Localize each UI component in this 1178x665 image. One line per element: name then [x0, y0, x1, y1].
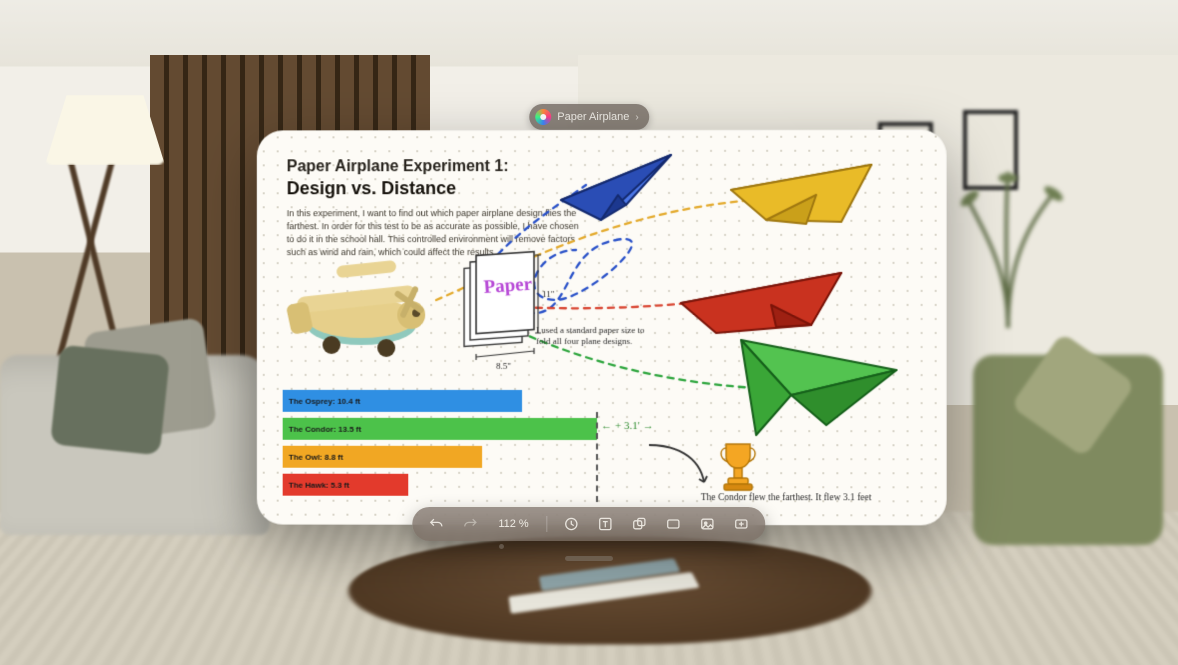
- lamp-shade: [45, 95, 165, 165]
- trophy-icon: [714, 438, 762, 494]
- sketch-plane-green: [731, 325, 901, 445]
- undo-button[interactable]: [426, 514, 446, 534]
- toy-airplane-image: [277, 245, 446, 375]
- window-close-dot[interactable]: [499, 544, 504, 549]
- bar-owl: The Owl: 8.8 ft: [283, 446, 702, 468]
- distance-bar-chart: The Osprey: 10.4 ft The Condor: 13.5 ft …: [283, 390, 702, 502]
- app-icon: [535, 109, 551, 125]
- reference-line: [596, 412, 598, 502]
- condor-delta-label: + 3.1': [601, 420, 654, 432]
- redo-button[interactable]: [460, 514, 480, 534]
- bar-label: The Hawk: 5.3 ft: [289, 480, 350, 489]
- shapes-tool-button[interactable]: [630, 514, 650, 534]
- bar-osprey: The Osprey: 10.4 ft: [283, 390, 702, 412]
- zoom-level[interactable]: 112 %: [494, 518, 532, 530]
- arrow-annotation: [644, 440, 714, 490]
- window-title-pill[interactable]: Paper Airplane ›: [529, 104, 649, 130]
- books: [500, 540, 700, 640]
- bar-label: The Condor: 13.5 ft: [289, 424, 362, 433]
- paper-height: 11": [542, 289, 555, 299]
- paper-width: 8.5": [496, 361, 511, 371]
- paper-stack-diagram: Paper 11" 8.5": [456, 245, 566, 375]
- bar-hawk: The Hawk: 5.3 ft: [283, 474, 702, 496]
- paper-label: Paper: [483, 274, 533, 298]
- plant: [948, 170, 1068, 330]
- text-tool-button[interactable]: [596, 514, 616, 534]
- window-title: Paper Airplane: [557, 111, 629, 123]
- window-grabber[interactable]: [565, 556, 613, 561]
- bottom-toolbar: 112 %: [412, 507, 765, 541]
- cushion: [50, 345, 170, 456]
- sketch-plane-yellow: [726, 150, 876, 240]
- insert-tool-button[interactable]: [698, 514, 718, 534]
- chevron-right-icon: ›: [635, 112, 638, 123]
- more-tool-button[interactable]: [732, 514, 752, 534]
- paper-note: I used a standard paper size to fold all…: [536, 325, 656, 347]
- media-tool-button[interactable]: [664, 514, 684, 534]
- markup-tool-button[interactable]: [562, 514, 582, 534]
- trophy-note: The Condor flew the farthest. It flew 3.…: [686, 493, 886, 504]
- bar-label: The Owl: 8.8 ft: [289, 452, 343, 461]
- sketch-plane-blue: [556, 145, 676, 225]
- freeform-board[interactable]: Paper Airplane Experiment 1: Design vs. …: [257, 130, 947, 526]
- toolbar-separator: [547, 516, 548, 532]
- bar-label: The Osprey: 10.4 ft: [289, 396, 361, 405]
